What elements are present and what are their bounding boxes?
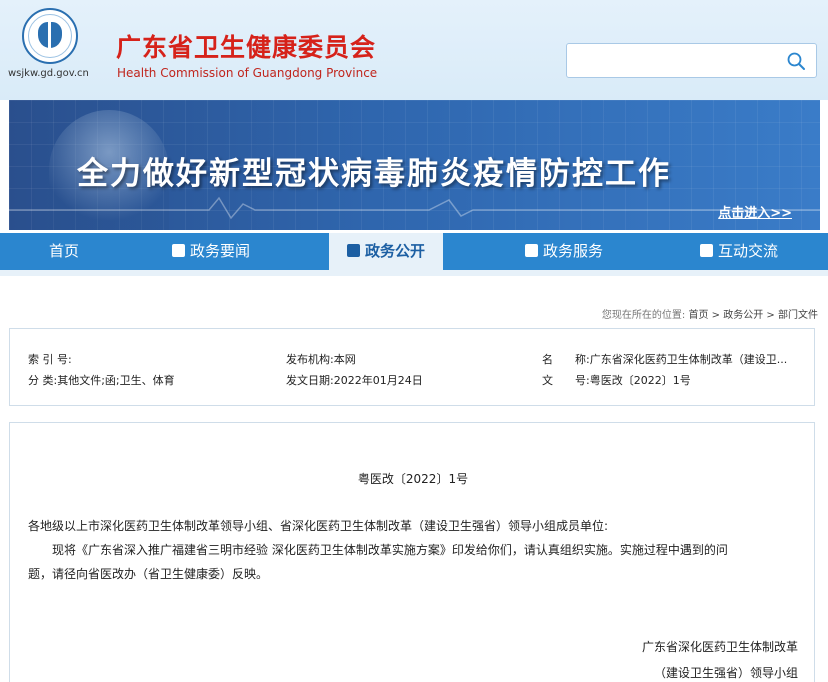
meta-index: 索 引 号: — [28, 351, 72, 367]
meta-docno: 文 号:粤医改〔2022〕1号 — [542, 372, 691, 388]
meta-category-value: 其他文件;函;卫生、体育 — [57, 374, 175, 387]
search-box — [566, 43, 817, 78]
breadcrumb-sep: > — [766, 310, 775, 321]
meta-publisher: 发布机构:本网 — [286, 351, 356, 367]
document-body-line-1: 现将《广东省深入推广福建省三明市经验 深化医药卫生体制改革实施方案》印发给你们，… — [52, 543, 728, 557]
search-icon[interactable] — [786, 51, 806, 71]
meta-publisher-value: 本网 — [333, 353, 356, 366]
meta-category: 分 类:其他文件;函;卫生、体育 — [28, 372, 175, 388]
nav-news[interactable]: 政务要闻 — [172, 233, 250, 270]
document-signature-line-2: （建设卫生强省）领导小组 — [653, 666, 798, 680]
breadcrumb: 您现在所在的位置: 首页 > 政务公开 > 部门文件 — [602, 306, 818, 321]
meta-name-label: 名 称: — [542, 353, 590, 366]
nav-interaction-label: 互动交流 — [718, 242, 779, 260]
meta-docno-label: 文 号: — [542, 374, 590, 387]
document-icon — [347, 244, 360, 257]
breadcrumb-sep: > — [711, 310, 721, 321]
main-nav: 首页 政务要闻 政务公开 政务服务 互动交流 — [0, 233, 828, 270]
site-header: wsjkw.gd.gov.cn 广东省卫生健康委员会 Health Commis… — [0, 0, 828, 100]
banner-heartbeat-line — [9, 196, 820, 220]
banner-headline: 全力做好新型冠状病毒肺炎疫情防控工作 — [77, 156, 671, 192]
meta-name: 名 称:广东省深化医药卫生体制改革（建设卫... — [542, 351, 787, 367]
nav-services-label: 政务服务 — [543, 242, 604, 260]
meta-date-label: 发文日期: — [286, 374, 334, 387]
meta-publisher-label: 发布机构: — [286, 353, 334, 366]
epidemic-banner[interactable]: 全力做好新型冠状病毒肺炎疫情防控工作 点击进入>> — [9, 100, 820, 230]
news-icon — [172, 244, 185, 257]
breadcrumb-department-files[interactable]: 部门文件 — [778, 310, 818, 321]
breadcrumb-label: 您现在所在的位置: — [601, 310, 686, 321]
nav-public-affairs[interactable]: 政务公开 — [329, 233, 444, 270]
meta-name-value: 广东省深化医药卫生体制改革（建设卫... — [589, 353, 788, 366]
document-addressee: 各地级以上市深化医药卫生体制改革领导小组、省深化医药卫生体制改革（建设卫生强省）… — [28, 519, 609, 533]
meta-date: 发文日期:2022年01月24日 — [286, 372, 423, 388]
document-body: 粤医改〔2022〕1号 各地级以上市深化医药卫生体制改革领导小组、省深化医药卫生… — [9, 422, 815, 682]
banner-enter-link[interactable]: 点击进入>> — [718, 202, 792, 221]
site-subtitle: Health Commission of Guangdong Province — [117, 66, 378, 80]
breadcrumb-home[interactable]: 首页 — [688, 310, 708, 321]
nav-interaction[interactable]: 互动交流 — [700, 233, 778, 270]
nav-services[interactable]: 政务服务 — [525, 233, 603, 270]
document-body-line-2: 题，请径向省医改办（省卫生健康委）反映。 — [28, 567, 269, 581]
site-title[interactable]: 广东省卫生健康委员会 — [116, 28, 376, 64]
clipboard-icon — [525, 244, 538, 257]
nav-home[interactable]: 首页 — [49, 233, 79, 270]
health-commission-logo-icon[interactable] — [22, 8, 78, 64]
nav-underline-strip — [0, 270, 828, 276]
meta-index-label: 索 引 号: — [28, 353, 72, 366]
breadcrumb-public-affairs[interactable]: 政务公开 — [723, 310, 763, 321]
nav-news-label: 政务要闻 — [190, 242, 251, 260]
meta-docno-value: 粤医改〔2022〕1号 — [589, 374, 691, 387]
document-meta-panel: 索 引 号: 分 类:其他文件;函;卫生、体育 发布机构:本网 发文日期:202… — [9, 328, 815, 406]
nav-public-affairs-label: 政务公开 — [365, 242, 426, 260]
nav-home-label: 首页 — [49, 242, 80, 260]
document-number: 粤医改〔2022〕1号 — [357, 472, 469, 486]
search-input[interactable] — [575, 50, 775, 72]
site-domain: wsjkw.gd.gov.cn — [8, 68, 89, 79]
meta-category-label: 分 类: — [28, 374, 58, 387]
document-signature-line-1: 广东省深化医药卫生体制改革 — [641, 640, 798, 654]
meta-date-value: 2022年01月24日 — [333, 374, 423, 387]
chat-icon — [700, 244, 713, 257]
logo-core — [38, 20, 62, 50]
